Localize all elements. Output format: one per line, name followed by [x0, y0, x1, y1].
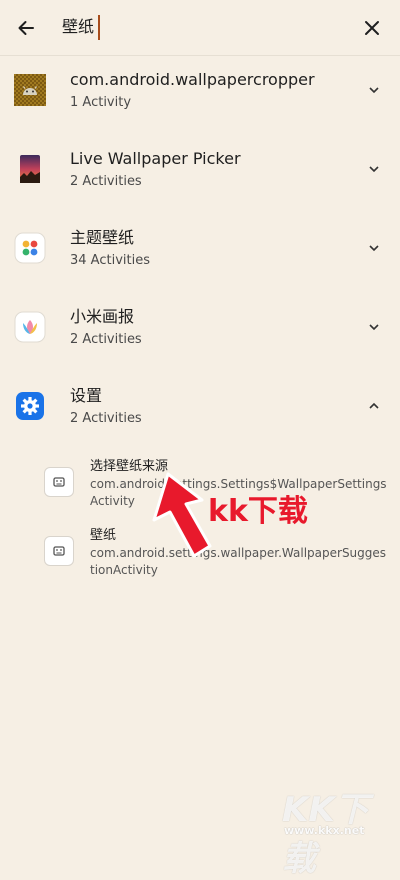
arrow-left-icon[interactable]: [8, 10, 44, 46]
mi-pictorial-icon: [14, 311, 46, 343]
text-caret: [98, 15, 100, 40]
app-row-live-wallpaper-picker[interactable]: Live Wallpaper Picker 2 Activities: [0, 135, 400, 213]
chevron-down-icon[interactable]: [366, 240, 382, 256]
activity-class-name: com.android.settings.wallpaper.Wallpaper…: [90, 546, 387, 577]
activity-count: 34 Activities: [70, 253, 150, 268]
app-title: com.android.wallpapercropper: [70, 70, 315, 89]
activity-launch-icon: [44, 467, 74, 497]
app-title: Live Wallpaper Picker: [70, 149, 241, 168]
app-row-theme-wallpaper[interactable]: 主题壁纸 34 Activities: [0, 214, 400, 292]
close-icon[interactable]: [354, 10, 390, 46]
chevron-up-icon[interactable]: [366, 398, 382, 414]
app-row-wallpapercropper[interactable]: com.android.wallpapercropper 1 Activity: [0, 56, 400, 134]
activity-title: 壁纸: [90, 528, 117, 543]
app-title: 设置: [70, 386, 103, 405]
activity-count: 2 Activities: [70, 174, 142, 189]
watermark-url: www.kkx.net: [284, 824, 365, 837]
chevron-down-icon[interactable]: [366, 82, 382, 98]
app-row-mi-pictorial[interactable]: 小米画报 2 Activities: [0, 293, 400, 371]
app-title: 主题壁纸: [70, 228, 135, 247]
activity-launch-icon: [44, 536, 74, 566]
android-robot-icon: [14, 74, 46, 106]
app-row-settings[interactable]: 设置 2 Activities: [0, 372, 400, 450]
settings-gear-icon: [14, 390, 46, 422]
activity-count: 2 Activities: [70, 332, 142, 347]
search-input[interactable]: 壁纸: [62, 16, 94, 38]
annotation-label: kk下载: [208, 494, 308, 529]
theme-icon: [14, 232, 46, 264]
chevron-down-icon[interactable]: [366, 319, 382, 335]
activity-count: 1 Activity: [70, 95, 132, 110]
live-wallpaper-icon: [14, 153, 46, 185]
app-title: 小米画报: [70, 307, 135, 326]
search-bar: 壁纸: [0, 0, 400, 56]
activity-count: 2 Activities: [70, 411, 142, 426]
chevron-down-icon[interactable]: [366, 161, 382, 177]
